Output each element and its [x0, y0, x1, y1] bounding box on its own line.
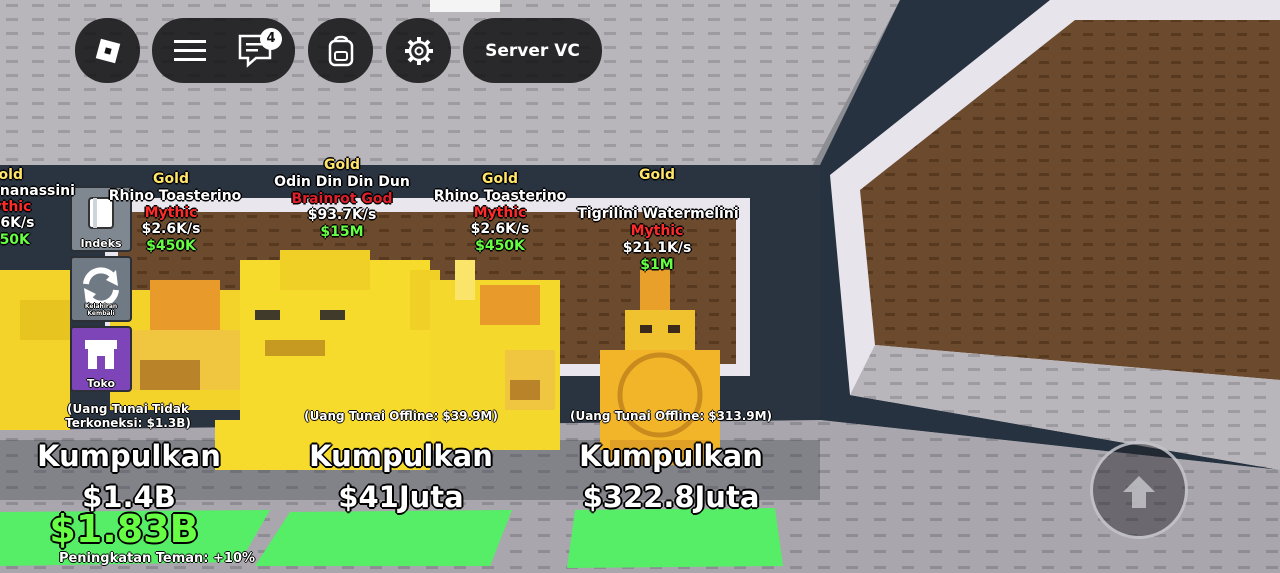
creature-rhino-1 — [110, 280, 260, 410]
brainrot-4-name: Tigrilini Watermelini — [577, 206, 739, 222]
partial-rarity: Mythic — [0, 199, 32, 215]
brainrot-1-name: Rhino Toasterino — [108, 188, 242, 204]
shop-button[interactable]: Toko — [70, 326, 132, 392]
brainrot-2-name: Odin Din Din Dun — [274, 174, 410, 190]
index-label: Indeks — [80, 237, 122, 250]
partial-name: Ananassini — [0, 183, 75, 199]
collector-1-offline: (Uang Tunai Tidak Terkoneksi: $1.3B) — [65, 402, 191, 430]
cash-amount: $1.83B — [49, 507, 199, 551]
brainrot-2-price: $15M — [320, 224, 364, 240]
creature-tigrilini — [600, 270, 720, 465]
collector-1-label[interactable]: Kumpulkan — [37, 439, 221, 473]
brainrot-1-rarity: Mythic — [144, 205, 198, 221]
backpack-icon — [328, 35, 353, 66]
brainrot-2-mutation: Gold — [324, 157, 360, 173]
roblox-menu-button[interactable] — [75, 18, 140, 83]
jump-arrow-icon — [1123, 476, 1155, 508]
jump-button[interactable] — [1090, 441, 1188, 539]
gear-icon — [404, 36, 433, 65]
server-vc-button[interactable]: Server VC — [463, 18, 602, 83]
brainrot-3-mutation: Gold — [482, 171, 518, 187]
game-viewport[interactable]: 4 Server VC Indeks Kelahiran Kembali Tok… — [0, 0, 1280, 573]
collector-3-label[interactable]: Kumpulkan — [579, 439, 763, 473]
creature-odin — [215, 250, 440, 470]
brainrot-3-rate: $2.6K/s — [470, 221, 530, 237]
brainrot-1-price: $450K — [146, 238, 196, 254]
collector-2-offline: (Uang Tunai Offline: $39.9M) — [304, 409, 498, 423]
collector-3-offline: (Uang Tunai Offline: $313.9M) — [569, 409, 773, 423]
brainrot-2-rarity: Brainrot God — [291, 191, 393, 207]
collector-2-amount: $41Juta — [338, 480, 464, 514]
menu-chat-group: 4 — [152, 18, 295, 83]
settings-button[interactable] — [386, 18, 451, 83]
rebirth-label: Kelahiran Kembali — [84, 303, 118, 317]
collector-3-amount: $322.8Juta — [582, 480, 760, 514]
shop-icon — [85, 340, 117, 369]
brainrot-4-rarity: Mythic — [630, 223, 684, 239]
brainrot-3-rarity: Mythic — [473, 205, 527, 221]
brainrot-1-rate: $2.6K/s — [141, 221, 201, 237]
hamburger-menu-icon[interactable] — [174, 38, 206, 62]
backpack-button[interactable] — [308, 18, 373, 83]
brainrot-4-mutation: Gold — [639, 167, 675, 183]
shop-label: Toko — [86, 377, 116, 390]
server-vc-label: Server VC — [485, 40, 580, 61]
partial-price: $450K — [0, 232, 30, 248]
brainrot-3-name: Rhino Toasterino — [433, 188, 567, 204]
brainrot-4-rate: $21.1K/s — [622, 240, 692, 256]
partial-rate: $2.6K/s — [0, 215, 35, 231]
brainrot-1-mutation: Gold — [153, 171, 189, 187]
friend-boost: Peningkatan Teman: +10% — [58, 551, 256, 566]
chat-badge: 4 — [260, 28, 282, 50]
brainrot-2-rate: $93.7K/s — [307, 207, 377, 223]
rebirth-button[interactable]: Kelahiran Kembali — [70, 256, 132, 322]
brainrot-4-price: $1M — [640, 257, 674, 273]
collector-2-label[interactable]: Kumpulkan — [309, 439, 493, 473]
brainrot-3-price: $450K — [475, 238, 525, 254]
roblox-logo-icon — [95, 38, 120, 63]
partial-mutation: Gold — [0, 167, 23, 183]
